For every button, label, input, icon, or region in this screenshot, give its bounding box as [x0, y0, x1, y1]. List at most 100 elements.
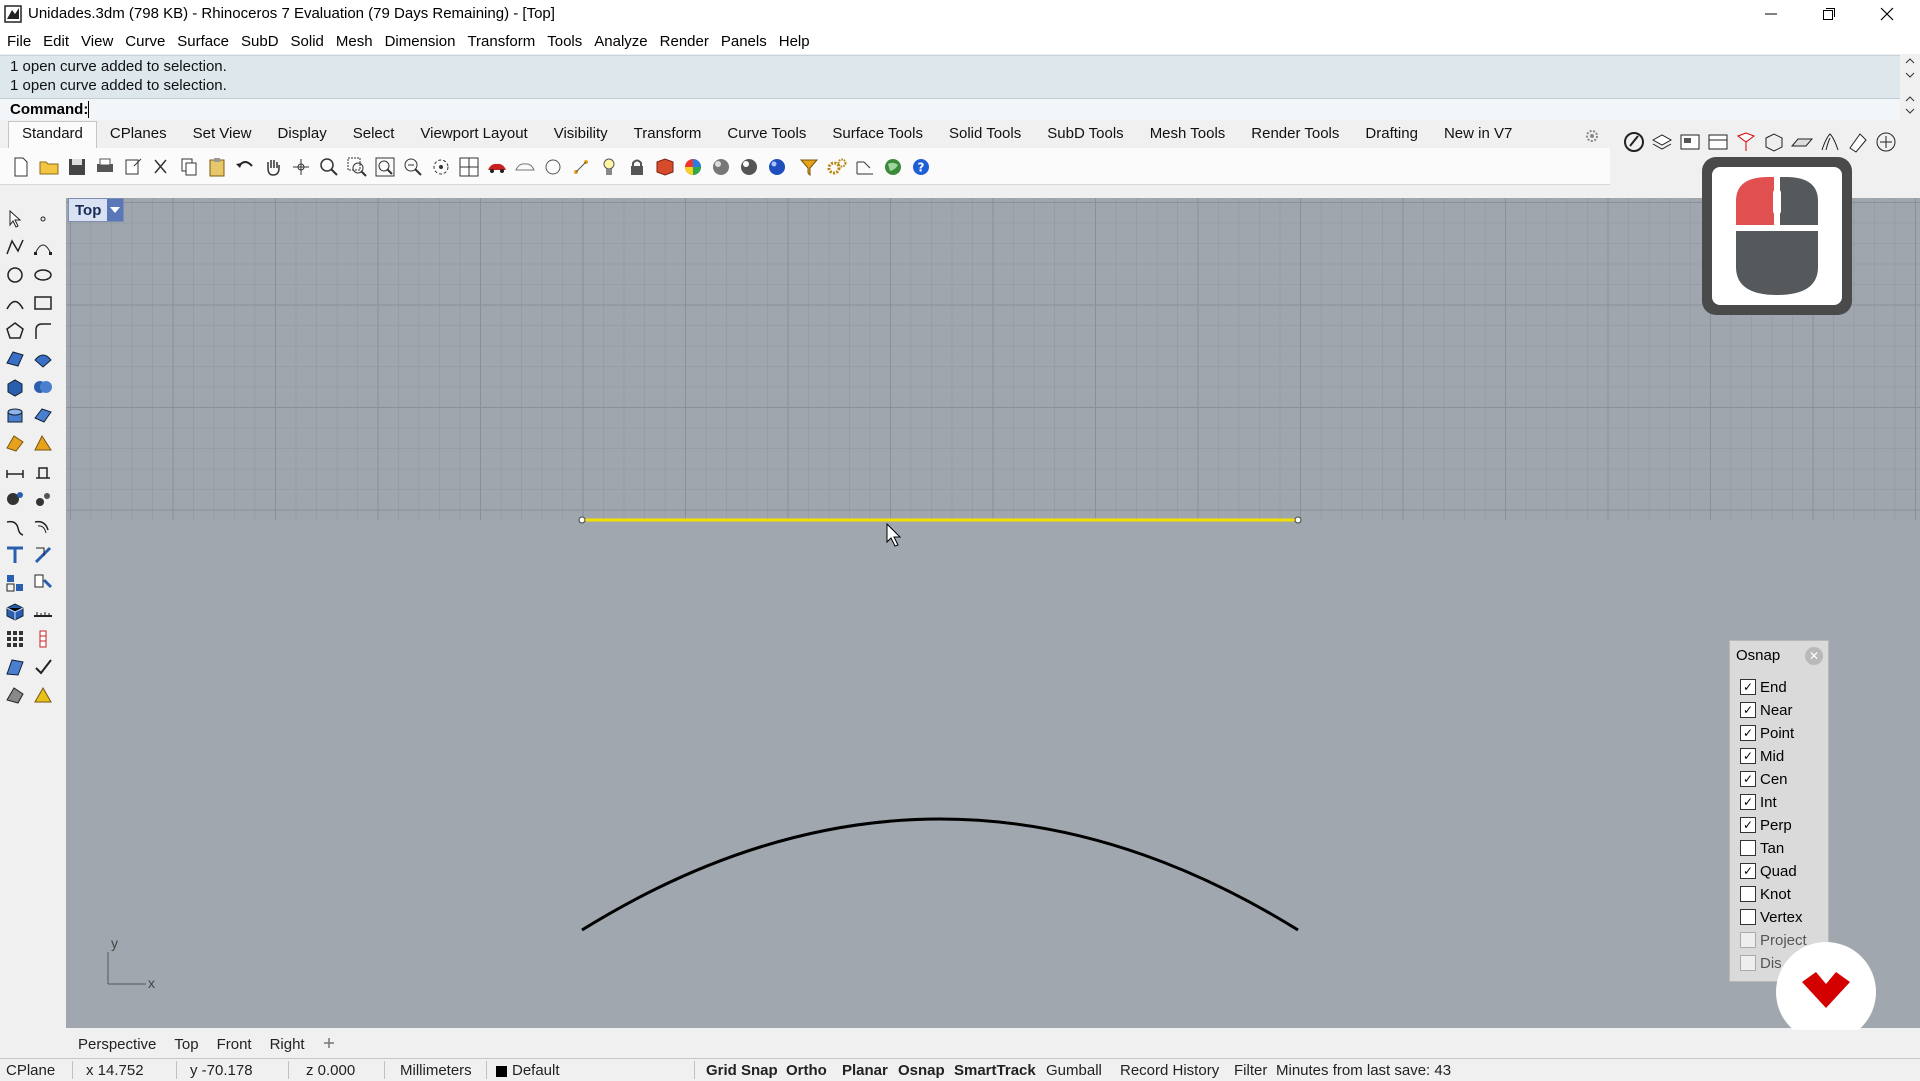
osnap-int[interactable]: ✓ Int — [1740, 792, 1777, 812]
save-icon[interactable] — [66, 156, 88, 178]
osnap-mid[interactable]: ✓ Mid — [1740, 746, 1784, 766]
ellipse-icon[interactable] — [32, 264, 54, 286]
polyline-icon[interactable] — [4, 236, 26, 258]
status-layer[interactable]: Default — [512, 1062, 560, 1079]
light-bulb-icon[interactable] — [598, 156, 620, 178]
export-icon[interactable] — [122, 156, 144, 178]
line-endpoint[interactable] — [1294, 516, 1302, 524]
tab-standard[interactable]: Standard — [8, 121, 97, 148]
status-units[interactable]: Millimeters — [400, 1062, 472, 1079]
osnap-end[interactable]: ✓ End — [1740, 677, 1787, 697]
open-folder-icon[interactable] — [38, 156, 60, 178]
tab-surface-tools[interactable]: Surface Tools — [819, 122, 936, 148]
gear-icon[interactable] — [1584, 128, 1600, 144]
restore-button[interactable] — [1800, 0, 1858, 28]
sun-panel-icon[interactable] — [1818, 130, 1842, 154]
checkbox[interactable]: ✓ — [1740, 863, 1756, 879]
lock-icon[interactable] — [626, 156, 648, 178]
tab-display[interactable]: Display — [265, 122, 340, 148]
zoom-extents-icon[interactable] — [374, 156, 396, 178]
gumball-icon[interactable] — [4, 488, 26, 510]
checkbox[interactable] — [1740, 909, 1756, 925]
tab-mesh-tools[interactable]: Mesh Tools — [1137, 122, 1239, 148]
blue-sphere-icon[interactable] — [766, 156, 788, 178]
menu-surface[interactable]: Surface — [171, 33, 235, 50]
split-icon[interactable] — [32, 544, 54, 566]
sweep-icon[interactable] — [4, 656, 26, 678]
offset-curve-icon[interactable] — [32, 516, 54, 538]
surface-icon[interactable] — [4, 348, 26, 370]
ortho-toggle[interactable]: Ortho — [786, 1062, 827, 1079]
menu-render[interactable]: Render — [654, 33, 715, 50]
rectangle-icon[interactable] — [32, 292, 54, 314]
materials-panel-icon[interactable] — [1846, 130, 1870, 154]
rotate-camera-icon[interactable] — [430, 156, 452, 178]
curve-fillet-icon[interactable] — [32, 320, 54, 342]
layers-panel-icon[interactable] — [1650, 130, 1674, 154]
zoom-window-icon[interactable] — [346, 156, 368, 178]
render-panel-icon[interactable] — [1734, 130, 1758, 154]
trim-icon[interactable] — [4, 544, 26, 566]
menu-panels[interactable]: Panels — [715, 33, 773, 50]
shaded-sphere-icon[interactable] — [710, 156, 732, 178]
help-icon[interactable]: ? — [910, 156, 932, 178]
tab-subd-tools[interactable]: SubD Tools — [1034, 122, 1136, 148]
dimension-icon[interactable] — [4, 460, 26, 482]
arc-icon[interactable] — [4, 292, 26, 314]
select-arrow-icon[interactable] — [4, 208, 26, 230]
viewport-label[interactable]: Top — [68, 198, 125, 222]
solid-edit-icon[interactable] — [32, 404, 54, 426]
tab-transform[interactable]: Transform — [621, 122, 715, 148]
point-icon[interactable] — [32, 208, 54, 230]
menu-help[interactable]: Help — [773, 33, 816, 50]
rhino-app-icon[interactable] — [4, 5, 22, 23]
tab-cplanes[interactable]: CPlanes — [97, 122, 180, 148]
checkbox[interactable]: ✓ — [1740, 679, 1756, 695]
viewtab-perspective[interactable]: Perspective — [66, 1036, 165, 1053]
transform-icon[interactable] — [32, 488, 54, 510]
close-icon[interactable]: ✕ — [1805, 647, 1823, 665]
smarttrack-toggle[interactable]: SmartTrack — [954, 1062, 1036, 1079]
checkbox[interactable]: ✓ — [1740, 725, 1756, 741]
record-history-toggle[interactable]: Record History — [1120, 1062, 1219, 1079]
text-tool-icon[interactable] — [32, 460, 54, 482]
surface-tools-icon[interactable] — [32, 348, 54, 370]
checkbox[interactable] — [1740, 932, 1756, 948]
close-button[interactable] — [1858, 0, 1916, 28]
viewtab-top[interactable]: Top — [165, 1036, 207, 1053]
block-icon[interactable] — [4, 600, 26, 622]
tab-viewport-layout[interactable]: Viewport Layout — [407, 122, 540, 148]
planar-toggle[interactable]: Planar — [842, 1062, 888, 1079]
tab-render-tools[interactable]: Render Tools — [1238, 122, 1352, 148]
minimize-button[interactable] — [1742, 0, 1800, 28]
snap-points-icon[interactable] — [570, 156, 592, 178]
copy-icon[interactable] — [178, 156, 200, 178]
viewtab-front[interactable]: Front — [208, 1036, 261, 1053]
properties-panel-icon[interactable] — [1706, 130, 1730, 154]
viewport-top[interactable]: y x Top — [66, 198, 1920, 1028]
osnap-near[interactable]: ✓ Near — [1740, 700, 1793, 720]
material-icon[interactable] — [654, 156, 676, 178]
checkbox[interactable] — [1740, 840, 1756, 856]
tab-curve-tools[interactable]: Curve Tools — [714, 122, 819, 148]
analyze-icon[interactable] — [32, 628, 54, 650]
display-mode-icon[interactable] — [1622, 130, 1646, 154]
ungroup-icon[interactable] — [32, 572, 54, 594]
render-object-icon[interactable] — [4, 684, 26, 706]
tab-set-view[interactable]: Set View — [180, 122, 265, 148]
osnap-toggle[interactable]: Osnap — [898, 1062, 945, 1079]
checkbox[interactable] — [1740, 886, 1756, 902]
tab-drafting[interactable]: Drafting — [1352, 122, 1431, 148]
paste-icon[interactable] — [206, 156, 228, 178]
rhino-globe-icon[interactable] — [882, 156, 904, 178]
color-wheel-icon[interactable] — [682, 156, 704, 178]
command-input[interactable] — [88, 101, 491, 118]
menu-subd[interactable]: SubD — [235, 33, 285, 50]
menu-tools[interactable]: Tools — [541, 33, 588, 50]
rendered-sphere-icon[interactable] — [738, 156, 760, 178]
dimension-tool-icon[interactable] — [854, 156, 876, 178]
tab-solid-tools[interactable]: Solid Tools — [936, 122, 1034, 148]
car-wireframe-icon[interactable] — [514, 156, 536, 178]
zoom-icon[interactable] — [318, 156, 340, 178]
add-viewport-icon[interactable] — [314, 1036, 344, 1053]
